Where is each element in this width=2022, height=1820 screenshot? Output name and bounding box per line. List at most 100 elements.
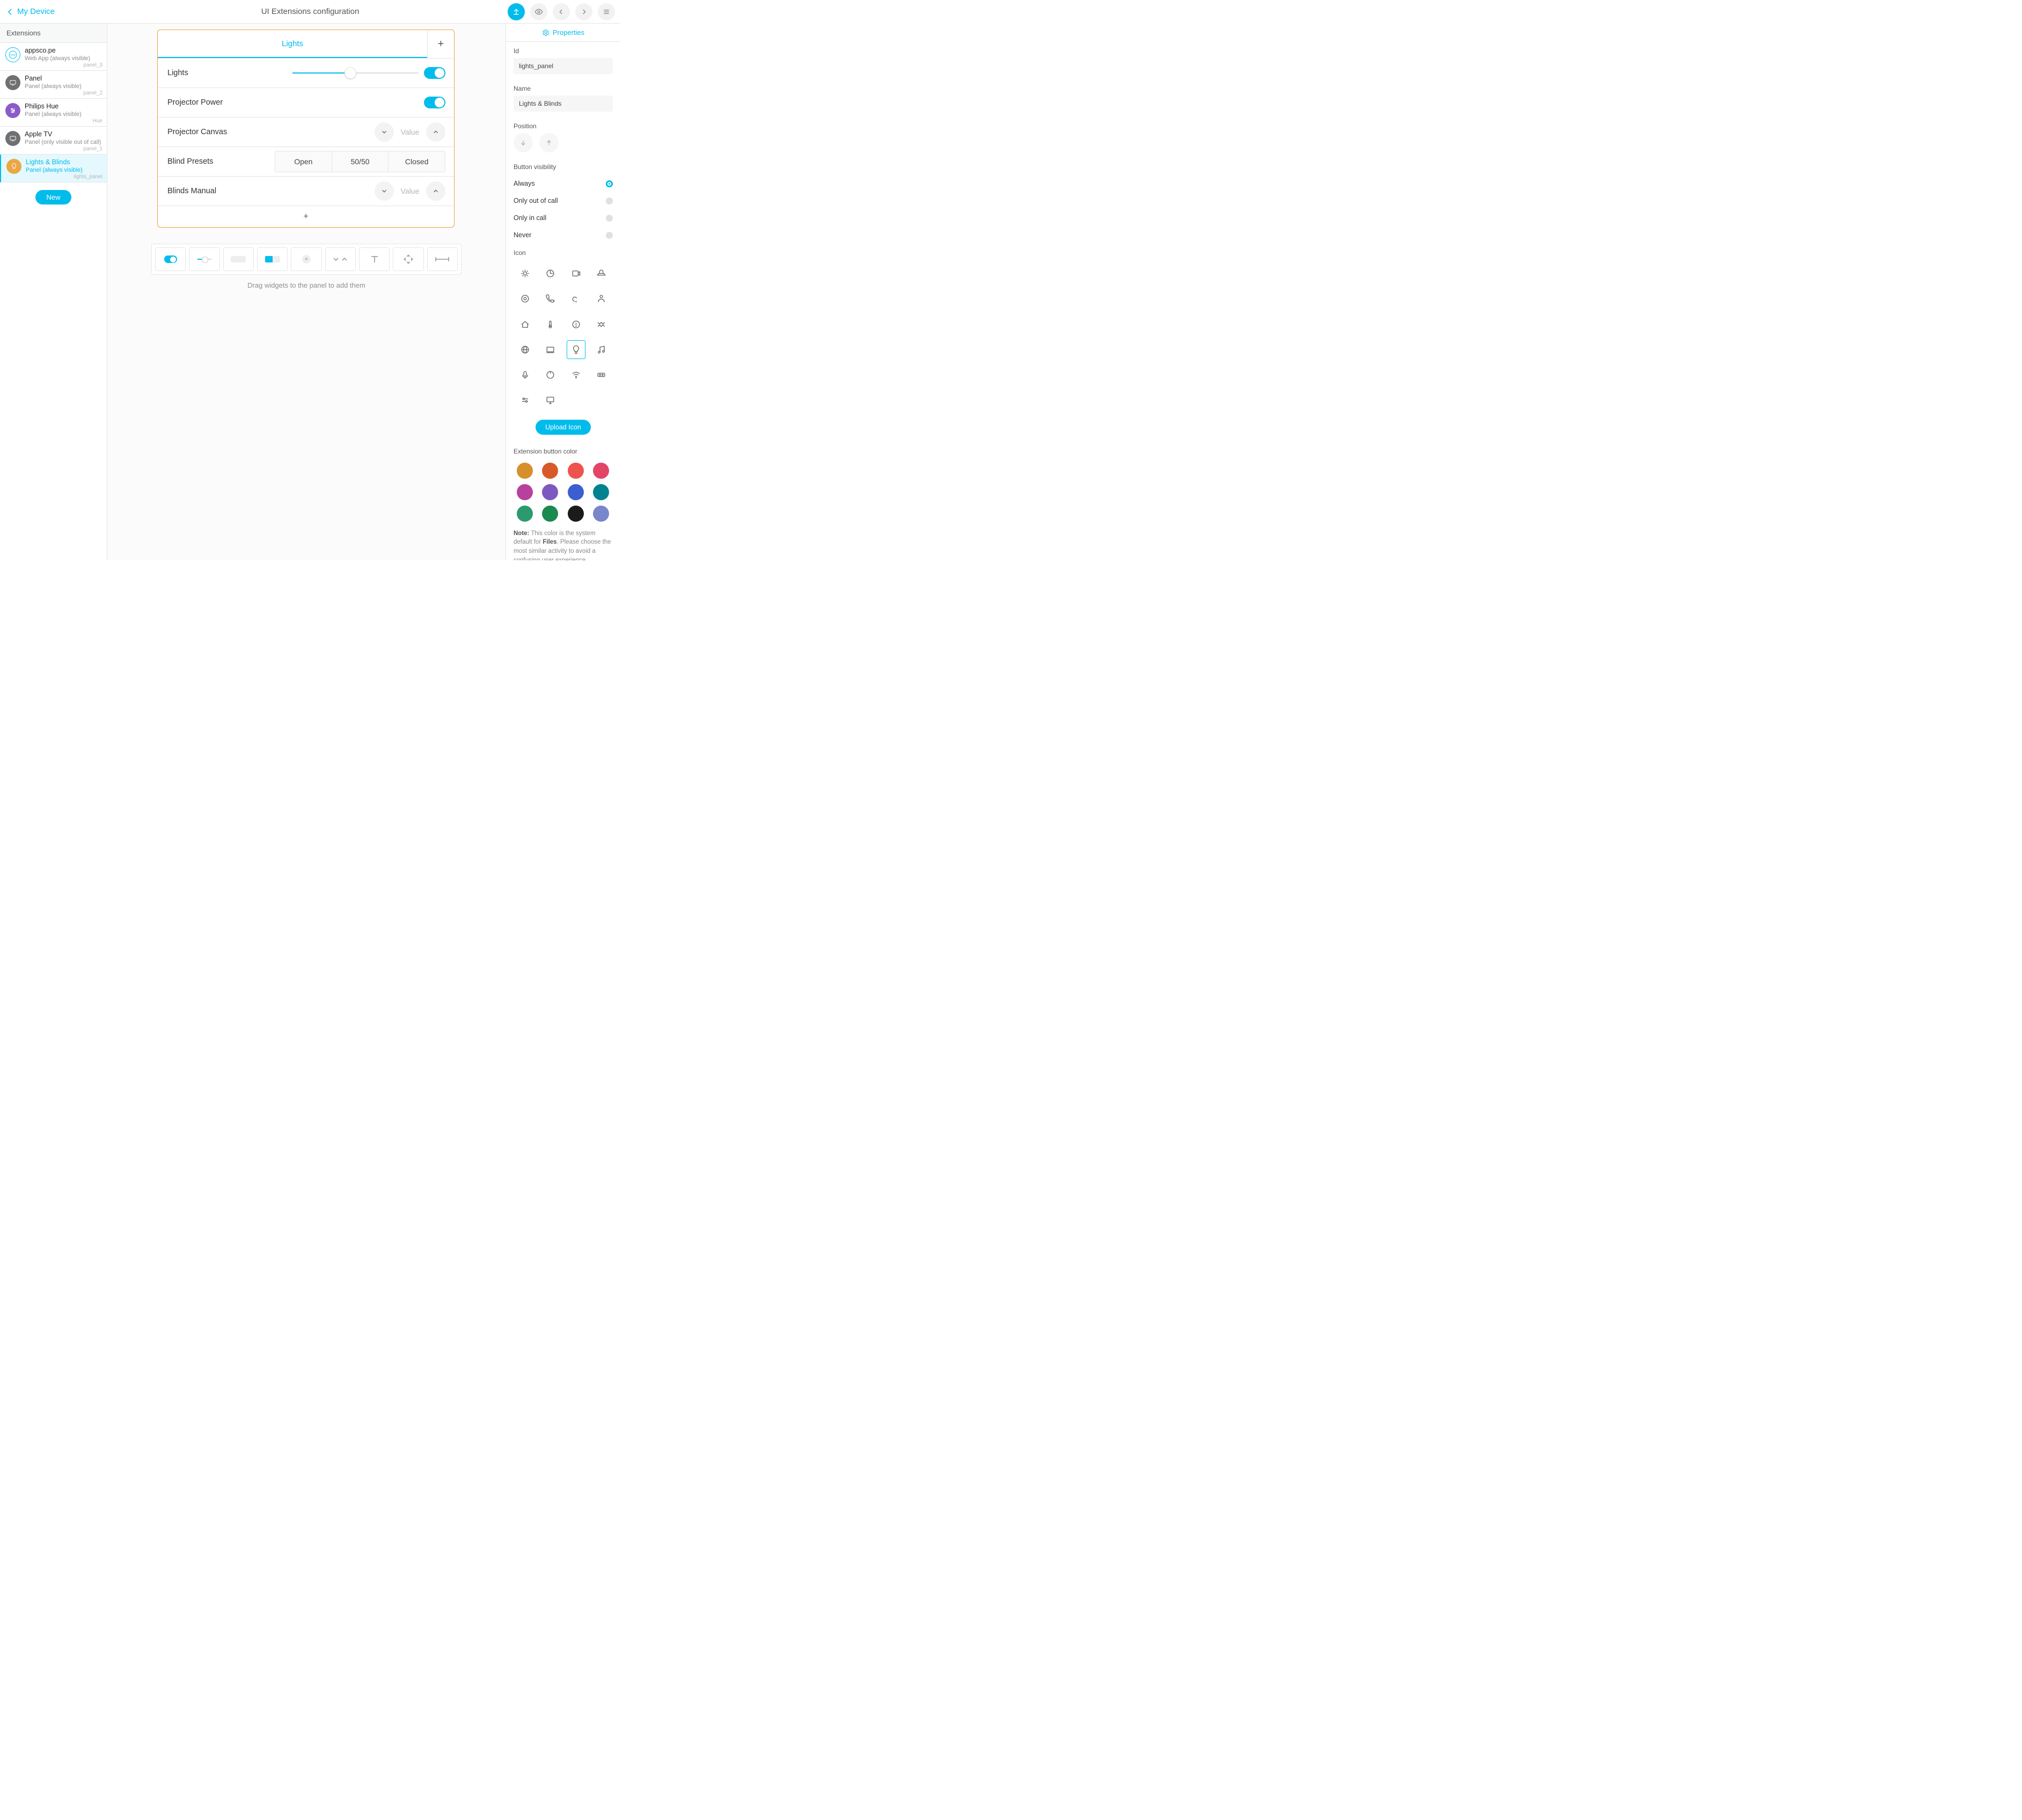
export-button[interactable] xyxy=(508,3,525,20)
icon-option[interactable] xyxy=(541,366,560,384)
spinner-up[interactable] xyxy=(426,122,445,142)
move-up-button[interactable] xyxy=(539,133,559,152)
add-widget-row[interactable]: + xyxy=(158,206,454,227)
id-label: Id xyxy=(514,47,613,55)
icon-option[interactable] xyxy=(541,391,560,410)
add-tab-button[interactable]: + xyxy=(427,30,454,58)
redo-button[interactable] xyxy=(575,3,592,20)
menu-button[interactable] xyxy=(598,3,615,20)
color-swatch[interactable] xyxy=(542,484,558,500)
segment-option[interactable]: 50/50 xyxy=(332,151,389,172)
icon-option[interactable] xyxy=(567,264,585,283)
properties-panel: Properties Id Name Position Button visib… xyxy=(506,24,620,560)
undo-button[interactable] xyxy=(553,3,570,20)
visibility-option[interactable]: Only in call xyxy=(506,209,620,226)
segment-option[interactable]: Closed xyxy=(389,151,445,172)
icon-option[interactable] xyxy=(516,289,534,308)
extension-item[interactable]: Lights & BlindsPanel (always visible) li… xyxy=(0,155,107,182)
spinner-value: Value xyxy=(399,187,421,195)
icon-option[interactable] xyxy=(516,264,534,283)
toggle[interactable] xyxy=(424,97,445,108)
color-swatch[interactable] xyxy=(593,484,609,500)
visibility-option[interactable]: Always xyxy=(506,175,620,192)
id-input[interactable] xyxy=(514,58,613,74)
segment-option[interactable]: Open xyxy=(275,151,332,172)
extension-item[interactable]: PanelPanel (always visible) panel_2 xyxy=(0,71,107,99)
icon-label: Icon xyxy=(514,249,613,257)
gear-icon xyxy=(542,29,550,36)
tray-spinner[interactable] xyxy=(325,247,356,271)
icon-option[interactable] xyxy=(516,340,534,359)
icon-option[interactable] xyxy=(592,289,611,308)
icon-option[interactable] xyxy=(592,315,611,334)
tray-groupbutton[interactable] xyxy=(257,247,288,271)
tray-spacer[interactable] xyxy=(427,247,458,271)
widget-label: Blind Presets xyxy=(167,157,275,166)
icon-option[interactable] xyxy=(592,264,611,283)
tray-button[interactable] xyxy=(223,247,254,271)
back-label: My Device xyxy=(17,7,55,16)
visibility-label: Button visibility xyxy=(514,163,613,171)
color-note: Note: This color is the system default f… xyxy=(506,528,620,561)
color-swatch[interactable] xyxy=(542,506,558,522)
icon-option[interactable] xyxy=(541,340,560,359)
upload-icon-button[interactable]: Upload Icon xyxy=(536,420,591,435)
icon-option[interactable] xyxy=(516,391,534,410)
tray-quickdial[interactable]: + xyxy=(291,247,321,271)
extension-item[interactable]: Apple TVPanel (only visible out of call)… xyxy=(0,127,107,155)
icon-option[interactable] xyxy=(541,289,560,308)
widget-label: Lights xyxy=(167,69,259,77)
color-swatch[interactable] xyxy=(542,463,558,479)
name-input[interactable] xyxy=(514,96,613,112)
properties-tab[interactable]: Properties xyxy=(506,24,620,42)
slider[interactable] xyxy=(292,68,419,78)
icon-option[interactable] xyxy=(592,366,611,384)
spinner-value: Value xyxy=(399,128,421,136)
tray-toggle[interactable] xyxy=(155,247,186,271)
color-swatch[interactable] xyxy=(517,484,533,500)
icon-option[interactable] xyxy=(567,289,585,308)
widget-row[interactable]: Projector Canvas Value xyxy=(158,117,454,147)
widget-row[interactable]: Blinds Manual Value xyxy=(158,176,454,206)
widget-row[interactable]: Projector Power xyxy=(158,87,454,117)
widget-row[interactable]: Lights xyxy=(158,58,454,87)
icon-option[interactable] xyxy=(567,366,585,384)
move-down-button[interactable] xyxy=(514,133,533,152)
new-extension-button[interactable]: New xyxy=(35,190,71,204)
icon-option[interactable] xyxy=(516,366,534,384)
color-swatch[interactable] xyxy=(568,484,584,500)
spinner-up[interactable] xyxy=(426,181,445,201)
color-label: Extension button color xyxy=(514,448,613,455)
color-swatch[interactable] xyxy=(517,463,533,479)
icon-option[interactable] xyxy=(516,315,534,334)
widget-tray: + xyxy=(151,244,461,275)
color-swatch[interactable] xyxy=(568,506,584,522)
extension-item[interactable]: www appsco.peWeb App (always visible) pa… xyxy=(0,43,107,71)
icon-option[interactable] xyxy=(567,315,585,334)
extension-item[interactable]: Philips HuePanel (always visible) Hue xyxy=(0,99,107,127)
icon-option[interactable] xyxy=(567,340,585,359)
panel-tab[interactable]: Lights xyxy=(158,30,427,58)
spinner-down[interactable] xyxy=(375,181,394,201)
widget-row[interactable]: Blind PresetsOpen50/50Closed xyxy=(158,147,454,176)
icon-option[interactable] xyxy=(541,264,560,283)
back-button[interactable]: My Device xyxy=(5,7,55,17)
color-swatch[interactable] xyxy=(593,463,609,479)
icon-option[interactable] xyxy=(592,340,611,359)
spinner-down[interactable] xyxy=(375,122,394,142)
icon-option[interactable] xyxy=(541,315,560,334)
panel-editor[interactable]: Lights + Lights Projector PowerProjector … xyxy=(157,30,455,228)
visibility-option[interactable]: Never xyxy=(506,226,620,244)
color-swatch[interactable] xyxy=(593,506,609,522)
visibility-option[interactable]: Only out of call xyxy=(506,192,620,209)
tray-text[interactable] xyxy=(359,247,390,271)
sidebar-heading: Extensions xyxy=(0,24,107,43)
tray-directional[interactable] xyxy=(393,247,423,271)
toggle[interactable] xyxy=(424,67,445,79)
color-swatch[interactable] xyxy=(568,463,584,479)
tray-slider[interactable] xyxy=(189,247,219,271)
canvas: Lights + Lights Projector PowerProjector … xyxy=(107,24,506,560)
name-label: Name xyxy=(514,85,613,92)
color-swatch[interactable] xyxy=(517,506,533,522)
preview-button[interactable] xyxy=(530,3,547,20)
